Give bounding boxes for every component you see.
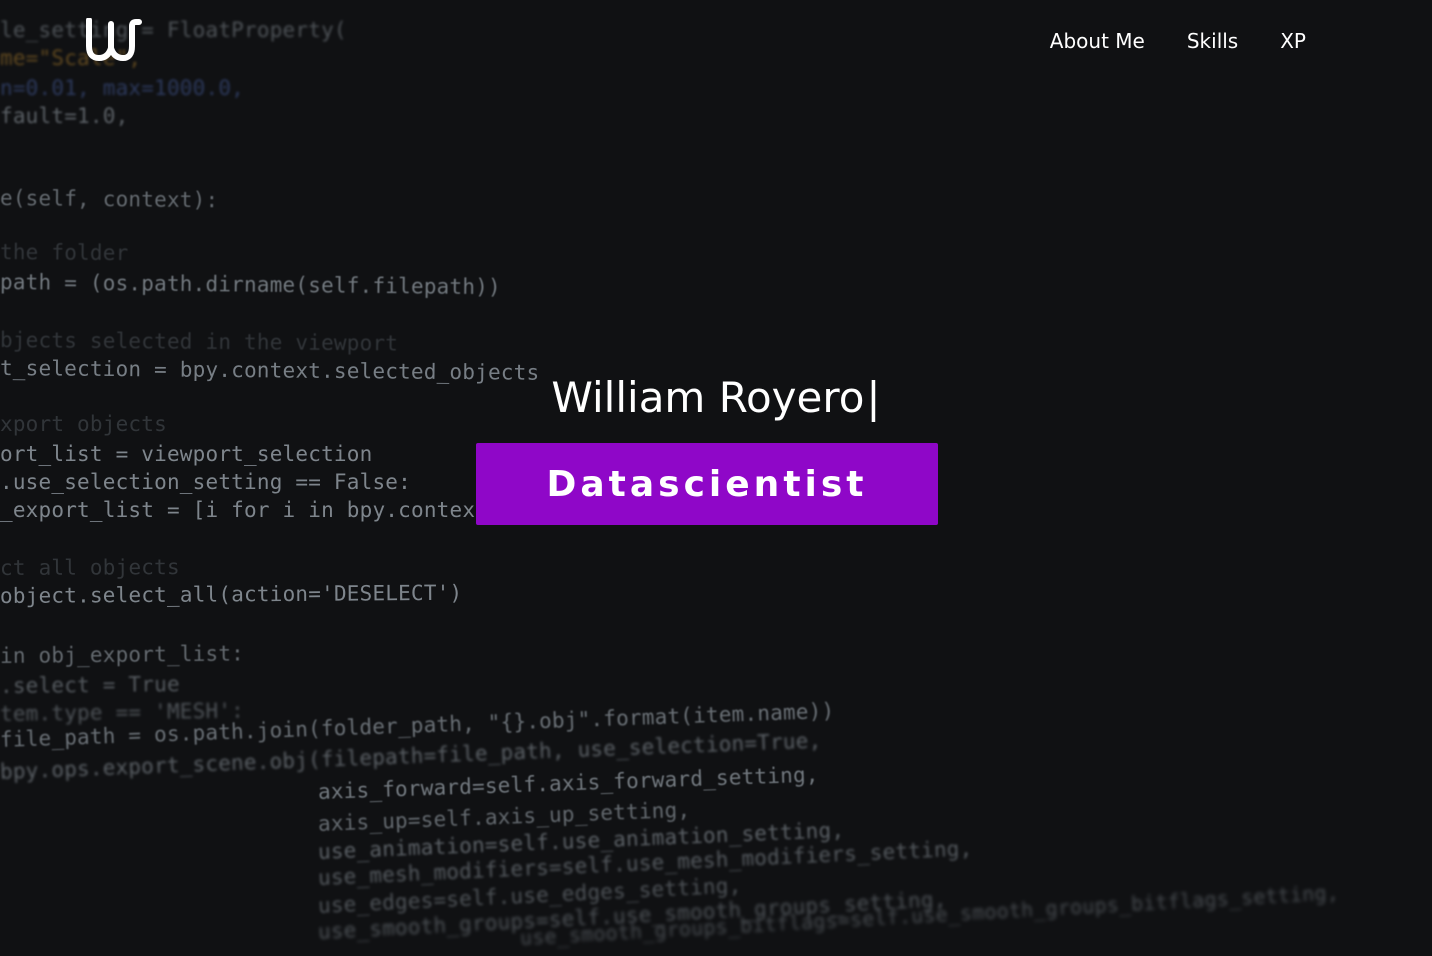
main-nav: About Me Skills XP xyxy=(1050,26,1306,56)
code-line: path = (os.path.dirname(self.filepath)) xyxy=(0,270,501,300)
logo-icon[interactable] xyxy=(86,17,142,64)
hero-name: William Royero| xyxy=(0,370,1432,426)
code-line: _export_list = [i for i in bpy.context xyxy=(0,498,489,522)
site-header: About Me Skills XP xyxy=(0,0,1432,84)
code-line: .select = True xyxy=(0,672,180,698)
code-line: fault=1.0, xyxy=(0,104,129,128)
code-line: ort_list = viewport_selection xyxy=(0,442,373,466)
code-line: bjects selected in the viewport xyxy=(0,328,399,356)
role-text: Datascientist xyxy=(546,463,868,505)
code-line: in obj_export_list: xyxy=(0,641,245,668)
nav-link-skills[interactable]: Skills xyxy=(1187,26,1238,56)
hero-name-text: William Royero xyxy=(551,373,865,422)
code-line: ct all objects xyxy=(0,555,180,580)
code-line: object.select_all(action='DESELECT') xyxy=(0,580,463,608)
typing-cursor: | xyxy=(866,373,881,422)
code-line: the folder xyxy=(0,240,129,266)
code-line: .use_selection_setting == False: xyxy=(0,470,411,494)
nav-link-xp[interactable]: XP xyxy=(1280,26,1306,56)
role-badge: Datascientist xyxy=(476,443,938,525)
code-line: e(self, context): xyxy=(0,186,219,213)
nav-link-about-me[interactable]: About Me xyxy=(1050,26,1145,56)
